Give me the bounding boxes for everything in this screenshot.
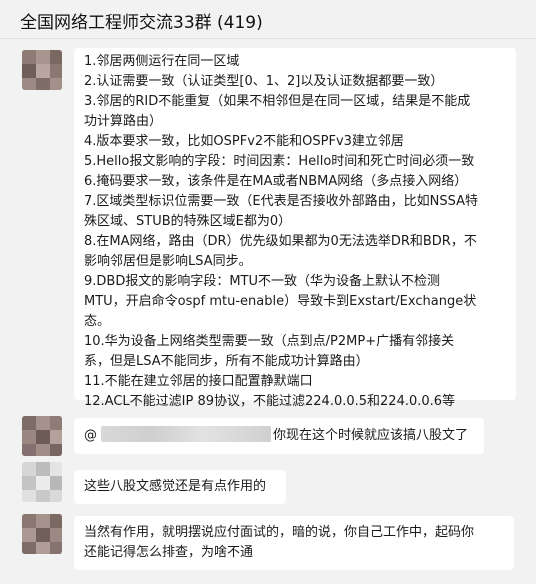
message-text: 这些八股文感觉还是有点作用的 [84, 479, 267, 494]
message-bubble[interactable]: 当然有作用，就明摆说应付面试的，暗的说，你自己工作中，起码你 还能记得怎么排查，… [74, 516, 514, 570]
message-bubble[interactable]: @ 你现在这个时候就应该搞八股文了 [74, 418, 484, 454]
chat-title: 全国网络工程师交流33群 (419) [20, 13, 263, 33]
chat-header: 全国网络工程师交流33群 (419) [0, 0, 536, 39]
message-line: 4.版本要求一致，比如OSPFv2不能和OSPFv3建立邻居 [84, 134, 404, 149]
message-line: 8.在MA网络，路由（DR）优先级如果都为0无法选举DR和BDR，不 [84, 234, 477, 249]
message-line: 影响邻居但是影响LSA同步。 [84, 254, 252, 269]
message-bubble[interactable]: 1.邻居两侧运行在同一区域 2.认证需要一致（认证类型[0、1、2]以及认证数据… [74, 48, 516, 409]
avatar[interactable] [22, 416, 62, 456]
message-line: 1.邻居两侧运行在同一区域 [84, 54, 240, 69]
message-line: 殊区域、STUB的特殊区域E都为0） [84, 214, 292, 229]
mention-symbol: @ [84, 428, 97, 443]
message-line: 态。 [84, 314, 111, 329]
avatar[interactable] [22, 50, 62, 90]
message-line: 功计算路由） [84, 114, 163, 129]
avatar[interactable] [22, 514, 62, 554]
message-line: 当然有作用，就明摆说应付面试的，暗的说，你自己工作中，起码你 [84, 525, 475, 540]
message-line: 12.ACL不能过滤IP 89协议，不能过滤224.0.0.5和224.0.0.… [84, 394, 456, 409]
message-line: 3.邻居的RID不能重复（如果不相邻但是在同一区域，结果是不能成 [84, 94, 471, 109]
message-line: 6.掩码要求一致，该条件是在MA或者NBMA网络（多点接入网络） [84, 174, 468, 189]
message-line: 11.不能在建立邻居的接口配置静默端口 [84, 374, 313, 389]
message-line: 9.DBD报文的影响字段：MTU不一致（华为设备上默认不检测 [84, 274, 441, 289]
message-line: 2.认证需要一致（认证类型[0、1、2]以及认证数据都要一致） [84, 74, 444, 89]
message-line: 5.Hello报文影响的字段：时间因素：Hello时间和死亡时间必须一致 [84, 154, 475, 169]
message-line: 10.华为设备上网络类型需要一致（点到点/P2MP+广播有邻接关 [84, 334, 455, 349]
message-line: MTU，开启命令ospf mtu-enable）导致卡到Exstart/Exch… [84, 294, 477, 309]
message-line: 还能记得怎么排查，为啥不通 [84, 545, 254, 560]
message-line: 7.区域类型标识位需要一致（E代表是否接收外部路由，比如NSSA特 [84, 194, 478, 209]
avatar[interactable] [22, 462, 62, 502]
message-bubble[interactable]: 这些八股文感觉还是有点作用的 [74, 470, 286, 504]
message-line: 系，但是LSA不能同步，所有不能成功计算路由） [84, 354, 369, 369]
message-text: 你现在这个时候就应该搞八股文了 [273, 428, 469, 443]
blurred-mention-name [101, 426, 271, 442]
